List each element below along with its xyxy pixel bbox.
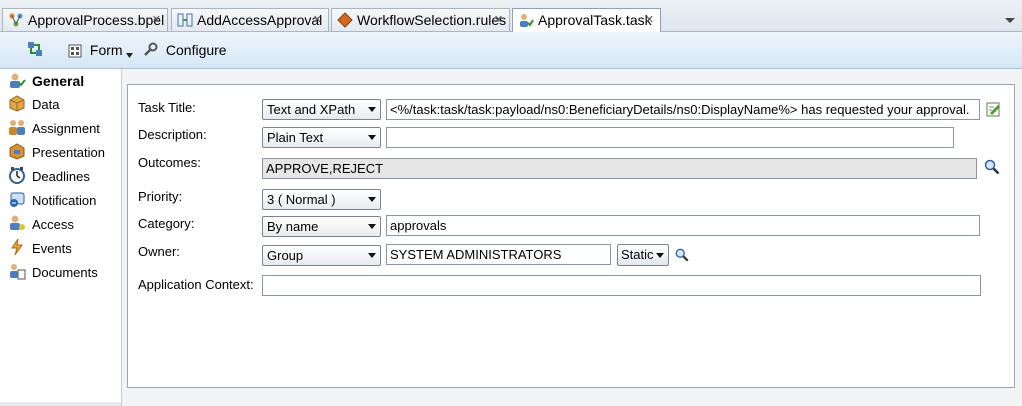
wrench-icon — [144, 42, 158, 56]
tab-workflowselection-rules[interactable]: WorkflowSelection.rules ✕ — [331, 8, 510, 31]
nav-scroll-edge — [0, 402, 121, 406]
chevron-down-icon — [126, 53, 134, 58]
composite-icon — [177, 12, 193, 28]
source-view-icon — [28, 42, 42, 56]
nav-item-presentation[interactable]: Presentation — [8, 142, 105, 164]
edit-expression-icon[interactable] — [986, 101, 1004, 119]
search-icon[interactable] — [984, 159, 1002, 177]
application-context-label: Application Context: — [138, 277, 254, 292]
tab-label: WorkflowSelection.rules — [357, 12, 507, 28]
description-input[interactable] — [386, 127, 954, 148]
nav-item-access[interactable]: Access — [8, 214, 74, 236]
tab-label: ApprovalTask.task — [538, 12, 652, 28]
tab-label: ApprovalProcess.bpel — [28, 12, 165, 28]
task-title-mode-select[interactable]: Text and XPath — [262, 99, 381, 120]
nav-item-events[interactable]: Events — [8, 238, 72, 260]
configure-label: Configure — [165, 42, 227, 58]
task-editor-toolbar: Form Configure — [0, 32, 1022, 69]
chevron-down-icon — [656, 253, 664, 258]
human-task-icon — [518, 12, 534, 28]
documents-icon — [10, 264, 26, 280]
presentation-icon — [9, 143, 25, 160]
category-input[interactable]: approvals — [386, 215, 980, 236]
priority-select[interactable]: 3 ( Normal ) — [262, 189, 381, 210]
events-icon — [11, 238, 23, 256]
close-icon[interactable]: ✕ — [152, 9, 161, 31]
category-mode-select[interactable]: By name — [262, 216, 381, 237]
chevron-down-icon — [368, 107, 376, 112]
nav-item-notification[interactable]: Notification — [8, 190, 96, 212]
task-title-label: Task Title: — [138, 100, 196, 115]
access-icon — [10, 215, 25, 230]
outcomes-label: Outcomes: — [138, 155, 201, 170]
tab-approvaltask-task[interactable]: ApprovalTask.task ✕ — [512, 8, 661, 32]
close-icon[interactable]: ✕ — [313, 9, 322, 31]
task-sections-nav: General Data Assignment Presentation Dea… — [0, 69, 122, 406]
task-title-input[interactable]: <%/task:task/task:payload/ns0:Beneficiar… — [386, 99, 980, 120]
editor-tab-strip: ApprovalProcess.bpel ✕ AddAccessApproval… — [0, 0, 1022, 32]
description-label: Description: — [138, 127, 207, 142]
rules-icon — [337, 12, 353, 28]
owner-input[interactable]: SYSTEM ADMINISTRATORS — [386, 244, 611, 265]
chevron-down-icon — [368, 224, 376, 229]
general-icon — [10, 73, 26, 88]
chevron-down-icon — [368, 253, 376, 258]
chevron-down-icon — [368, 197, 376, 202]
configure-button[interactable]: Configure — [142, 40, 227, 60]
nav-item-data[interactable]: Data — [8, 94, 59, 116]
category-label: Category: — [138, 216, 195, 231]
description-mode-select[interactable]: Plain Text — [262, 127, 381, 148]
source-view-button[interactable] — [26, 40, 44, 60]
close-icon[interactable]: ✕ — [645, 9, 654, 31]
priority-label: Priority: — [138, 189, 183, 204]
owner-static-select[interactable]: Static — [617, 244, 669, 266]
assignment-icon — [9, 120, 25, 135]
deadlines-icon — [9, 167, 25, 184]
nav-item-general[interactable]: General — [8, 70, 84, 92]
tab-approvalprocess-bpel[interactable]: ApprovalProcess.bpel ✕ — [2, 8, 168, 31]
nav-item-assignment[interactable]: Assignment — [8, 118, 100, 140]
chevron-down-icon — [368, 135, 376, 140]
tab-list-menu-icon[interactable] — [1004, 13, 1016, 23]
owner-label: Owner: — [138, 244, 180, 259]
form-icon — [68, 44, 82, 58]
bpel-process-icon — [8, 12, 24, 28]
tab-addaccessapproval[interactable]: AddAccessApproval ✕ — [171, 8, 329, 31]
application-context-input[interactable] — [262, 275, 981, 296]
notification-icon — [10, 192, 25, 207]
outcomes-field[interactable]: APPROVE,REJECT — [262, 158, 977, 179]
owner-type-select[interactable]: Group — [262, 245, 381, 266]
nav-item-documents[interactable]: Documents — [8, 262, 98, 284]
search-icon[interactable] — [675, 248, 693, 266]
general-settings-panel: Task Title: Text and XPath <%/task:task/… — [127, 84, 1015, 388]
form-menu-button[interactable]: Form — [68, 40, 134, 60]
data-icon — [9, 95, 25, 112]
tab-label: AddAccessApproval — [197, 12, 323, 28]
nav-item-deadlines[interactable]: Deadlines — [8, 166, 90, 188]
close-icon[interactable]: ✕ — [494, 9, 503, 31]
form-label: Form — [89, 42, 123, 58]
